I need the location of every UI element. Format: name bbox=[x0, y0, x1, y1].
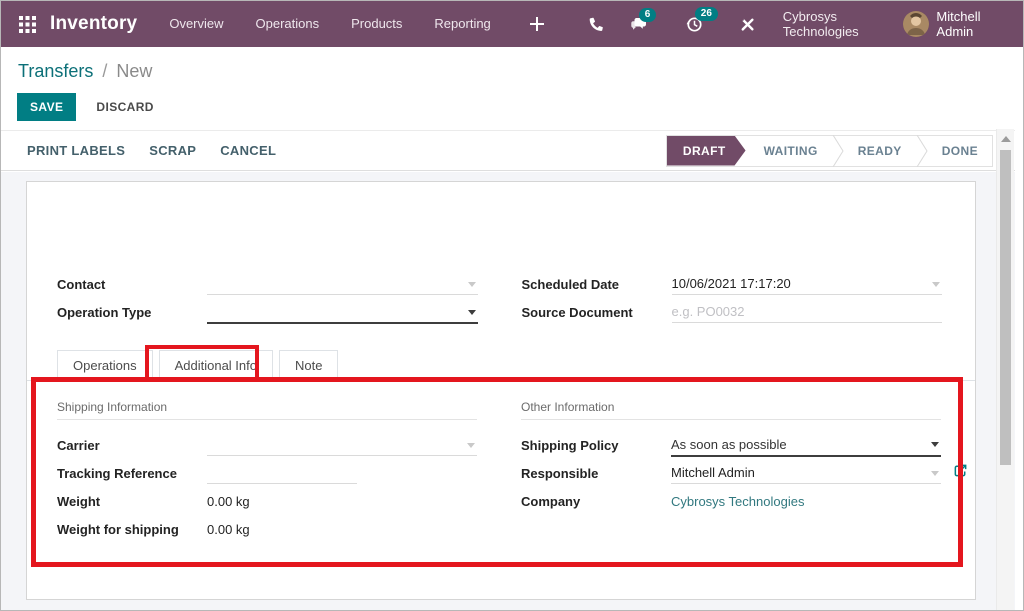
contact-label: Contact bbox=[57, 277, 207, 292]
stage-draft[interactable]: DRAFT bbox=[667, 136, 746, 166]
operation-type-input[interactable] bbox=[207, 301, 478, 324]
phone-icon[interactable] bbox=[575, 16, 617, 32]
additional-info-panel: Shipping Information Carrier Tracking Re… bbox=[57, 400, 941, 543]
stage-waiting[interactable]: WAITING bbox=[746, 136, 832, 166]
company-value[interactable]: Cybrosys Technologies bbox=[671, 494, 804, 509]
breadcrumb-separator: / bbox=[98, 61, 111, 81]
apps-grid-icon[interactable] bbox=[19, 16, 36, 33]
stage-ready[interactable]: READY bbox=[844, 136, 916, 166]
carrier-label: Carrier bbox=[57, 438, 207, 453]
tab-operations[interactable]: Operations bbox=[57, 350, 153, 380]
menu-overview[interactable]: Overview bbox=[153, 1, 239, 47]
activities-icon[interactable]: 26 bbox=[673, 16, 716, 33]
messages-badge: 6 bbox=[639, 8, 657, 22]
tracking-reference-label: Tracking Reference bbox=[57, 466, 207, 481]
form-toolbar: PRINT LABELS SCRAP CANCEL DRAFT WAITING … bbox=[1, 130, 1015, 171]
stage-chevron-icon bbox=[916, 136, 928, 166]
main-menu: Overview Operations Products Reporting bbox=[153, 1, 506, 47]
messages-icon[interactable]: 6 bbox=[617, 17, 661, 32]
other-information-title: Other Information bbox=[521, 400, 941, 420]
responsible-row: Responsible bbox=[521, 459, 941, 487]
source-document-label: Source Document bbox=[522, 305, 672, 320]
chevron-down-icon[interactable] bbox=[931, 471, 939, 476]
user-menu[interactable]: Mitchell Admin bbox=[903, 9, 1009, 39]
top-navbar: Inventory Overview Operations Products R… bbox=[1, 1, 1023, 47]
tab-note[interactable]: Note bbox=[279, 350, 338, 380]
content-area: Contact Operation Type bbox=[1, 172, 1015, 611]
shipping-policy-value: As soon as possible bbox=[671, 437, 787, 452]
scheduled-date-row: Scheduled Date bbox=[522, 270, 943, 298]
company-label: Company bbox=[521, 494, 671, 509]
contact-row: Contact bbox=[57, 270, 478, 298]
scheduled-date-label: Scheduled Date bbox=[522, 277, 672, 292]
print-labels-button[interactable]: PRINT LABELS bbox=[27, 143, 125, 158]
chevron-down-icon[interactable] bbox=[468, 310, 476, 315]
notebook-tabs: Operations Additional Info Note bbox=[27, 350, 975, 381]
stage-done[interactable]: DONE bbox=[928, 136, 992, 166]
chevron-down-icon bbox=[931, 442, 939, 447]
control-panel: Transfers / New SAVE DISCARD bbox=[1, 47, 1023, 130]
chevron-down-icon[interactable] bbox=[467, 443, 475, 448]
shipping-policy-label: Shipping Policy bbox=[521, 438, 671, 453]
responsible-label: Responsible bbox=[521, 466, 671, 481]
form-sheet: Contact Operation Type bbox=[26, 181, 976, 600]
weight-label: Weight bbox=[57, 494, 207, 509]
other-information-group: Other Information Shipping Policy As soo… bbox=[521, 400, 941, 543]
responsible-input[interactable] bbox=[671, 462, 941, 484]
weight-for-shipping-row: Weight for shipping 0.00 kg bbox=[57, 515, 477, 543]
menu-operations[interactable]: Operations bbox=[240, 1, 336, 47]
breadcrumb: Transfers / New bbox=[1, 47, 1023, 82]
tab-additional-info[interactable]: Additional Info bbox=[159, 350, 273, 380]
control-panel-buttons: SAVE DISCARD bbox=[17, 93, 1023, 121]
scrollbar-thumb[interactable] bbox=[1000, 150, 1011, 465]
systray: 6 26 bbox=[517, 16, 769, 33]
discard-button[interactable]: DISCARD bbox=[96, 100, 153, 114]
shipping-policy-row: Shipping Policy As soon as possible bbox=[521, 431, 941, 459]
shipping-policy-select[interactable]: As soon as possible bbox=[671, 434, 941, 457]
contact-input[interactable] bbox=[207, 273, 478, 295]
source-document-input[interactable] bbox=[672, 301, 943, 323]
scrollbar-up-arrow-icon[interactable] bbox=[1001, 136, 1011, 142]
shipping-information-title: Shipping Information bbox=[57, 400, 477, 420]
operation-type-row: Operation Type bbox=[57, 298, 478, 326]
carrier-row: Carrier bbox=[57, 431, 477, 459]
tracking-reference-input[interactable] bbox=[207, 462, 357, 484]
shipping-information-group: Shipping Information Carrier Tracking Re… bbox=[57, 400, 477, 543]
status-pipeline: DRAFT WAITING READY DONE bbox=[666, 135, 993, 167]
user-avatar[interactable] bbox=[903, 11, 929, 37]
header-form: Contact Operation Type bbox=[57, 270, 942, 326]
app-title[interactable]: Inventory bbox=[50, 13, 137, 35]
company-switcher[interactable]: Cybrosys Technologies bbox=[783, 9, 904, 39]
odoo-inventory-window: Inventory Overview Operations Products R… bbox=[0, 0, 1024, 611]
weight-for-shipping-value: 0.00 kg bbox=[207, 522, 250, 537]
breadcrumb-transfers[interactable]: Transfers bbox=[18, 61, 93, 81]
operation-type-label: Operation Type bbox=[57, 305, 207, 320]
weight-value: 0.00 kg bbox=[207, 494, 250, 509]
chevron-down-icon[interactable] bbox=[468, 282, 476, 287]
tracking-reference-row: Tracking Reference bbox=[57, 459, 477, 487]
chevron-down-icon[interactable] bbox=[932, 282, 940, 287]
carrier-input[interactable] bbox=[207, 434, 477, 456]
save-button[interactable]: SAVE bbox=[17, 93, 76, 121]
menu-reporting[interactable]: Reporting bbox=[418, 1, 506, 47]
weight-row: Weight 0.00 kg bbox=[57, 487, 477, 515]
tools-icon[interactable] bbox=[726, 16, 769, 33]
quick-create-icon[interactable] bbox=[517, 17, 557, 31]
activities-badge: 26 bbox=[695, 7, 718, 21]
breadcrumb-new: New bbox=[116, 61, 152, 81]
scrap-button[interactable]: SCRAP bbox=[149, 143, 196, 158]
source-document-row: Source Document bbox=[522, 298, 943, 326]
stage-chevron-icon bbox=[832, 136, 844, 166]
cancel-button[interactable]: CANCEL bbox=[220, 143, 276, 158]
company-row: Company Cybrosys Technologies bbox=[521, 487, 941, 515]
scheduled-date-input[interactable] bbox=[672, 273, 943, 295]
user-name: Mitchell Admin bbox=[936, 9, 1009, 39]
external-link-icon[interactable] bbox=[953, 463, 968, 478]
vertical-scrollbar[interactable] bbox=[996, 129, 1014, 611]
weight-for-shipping-label: Weight for shipping bbox=[57, 522, 207, 537]
menu-products[interactable]: Products bbox=[335, 1, 418, 47]
